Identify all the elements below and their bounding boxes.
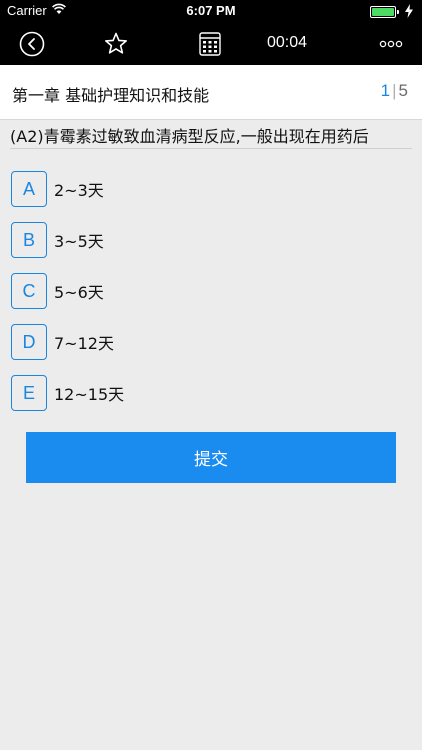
option-letter[interactable]: C <box>11 273 47 309</box>
favorite-button[interactable] <box>102 30 130 58</box>
option-text: 7~12天 <box>54 334 114 353</box>
progress-separator: | <box>392 81 397 100</box>
option-b[interactable]: B 3~5天 <box>11 222 311 258</box>
option-c[interactable]: C 5~6天 <box>11 273 311 309</box>
chapter-title: 第一章 基础护理知识和技能 <box>12 86 210 105</box>
option-letter[interactable]: E <box>11 375 47 411</box>
option-text: 5~6天 <box>54 283 104 302</box>
more-button[interactable] <box>378 30 404 58</box>
charging-icon <box>405 4 413 18</box>
submit-button[interactable]: 提交 <box>26 432 396 483</box>
back-button[interactable] <box>18 30 46 58</box>
top-bar: Carrier 6:07 PM 00:04 <box>0 0 422 65</box>
more-icon <box>379 40 403 48</box>
answer-sheet-button[interactable] <box>197 30 223 58</box>
option-d[interactable]: D 7~12天 <box>11 324 311 360</box>
question-divider <box>10 148 412 149</box>
question-progress: 1 | 5 <box>381 81 408 101</box>
current-question-number: 1 <box>380 81 391 100</box>
option-letter[interactable]: B <box>11 222 47 258</box>
option-text: 2~3天 <box>54 181 104 200</box>
timer-display: 00:04 <box>266 34 308 51</box>
total-question-count: 5 <box>398 81 408 100</box>
option-letter[interactable]: D <box>11 324 47 360</box>
option-letter[interactable]: A <box>11 171 47 207</box>
status-bar: Carrier 6:07 PM <box>0 0 422 22</box>
option-a[interactable]: A 2~3天 <box>11 171 311 207</box>
back-icon <box>19 31 45 57</box>
question-text: (A2)青霉素过敏致血清病型反应,一般出现在用药后 <box>10 127 369 145</box>
answer-sheet-icon <box>199 32 221 56</box>
chapter-header: 第一章 基础护理知识和技能 1 | 5 <box>0 65 422 120</box>
option-text: 12~15天 <box>54 385 125 404</box>
star-icon <box>105 32 127 54</box>
option-text: 3~5天 <box>54 232 104 251</box>
battery-icon <box>370 6 399 18</box>
status-time: 6:07 PM <box>186 3 236 18</box>
option-e[interactable]: E 12~15天 <box>11 375 311 411</box>
